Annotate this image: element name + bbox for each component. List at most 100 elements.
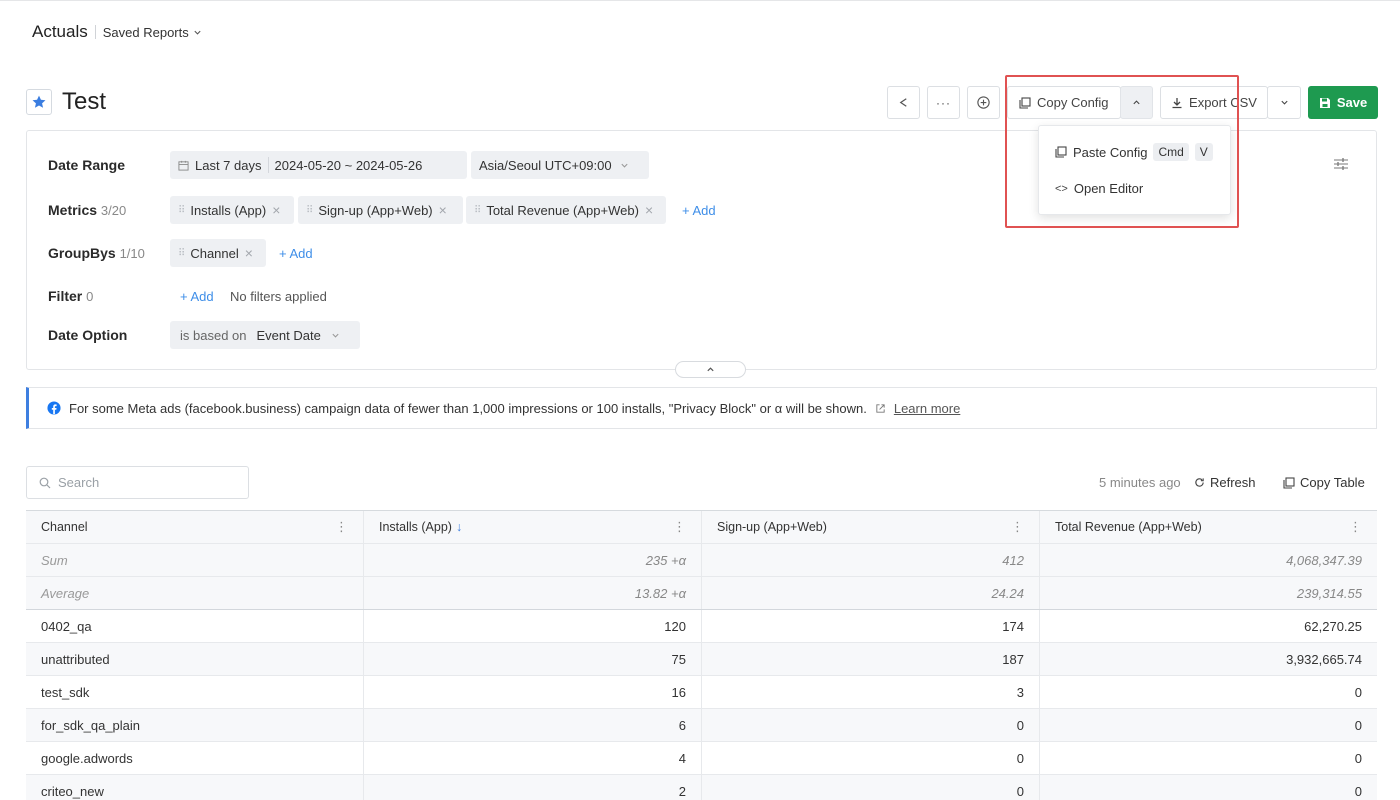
refresh-label: Refresh xyxy=(1210,475,1256,490)
data-table: Channel ⋮ Installs (App) ↓ ⋮ Sign-up (App… xyxy=(26,510,1377,800)
drag-handle-icon[interactable]: ⠿ xyxy=(474,205,481,216)
code-icon: <> xyxy=(1055,182,1068,195)
table-cell: 235 +α xyxy=(364,544,702,576)
target-icon xyxy=(977,96,990,109)
copy-table-button[interactable]: Copy Table xyxy=(1283,475,1365,490)
add-filter-link[interactable]: + Add xyxy=(180,289,214,304)
last-updated-text: 5 minutes ago xyxy=(1099,475,1181,490)
paste-config-label: Paste Config xyxy=(1073,144,1148,160)
column-header-label: Total Revenue (App+Web) xyxy=(1055,520,1202,534)
divider xyxy=(267,157,269,173)
no-filters-text: No filters applied xyxy=(230,289,327,304)
favorite-button[interactable] xyxy=(26,89,52,115)
saved-reports-dropdown[interactable]: Saved Reports xyxy=(103,25,202,40)
column-menu-icon[interactable]: ⋮ xyxy=(1349,519,1362,535)
table-cell: 0 xyxy=(1354,717,1362,733)
settings-sliders-icon[interactable] xyxy=(1333,156,1349,175)
target-button[interactable] xyxy=(967,86,1000,119)
copy-config-button[interactable]: Copy Config xyxy=(1007,86,1121,119)
groupbys-label: GroupBys 1/10 xyxy=(48,245,145,261)
groupbys-count: 1/10 xyxy=(119,246,145,261)
search-placeholder: Search xyxy=(58,475,100,490)
paste-config-item[interactable]: Paste Config Cmd V xyxy=(1055,143,1213,161)
drag-handle-icon[interactable]: ⠿ xyxy=(178,205,185,216)
remove-icon[interactable]: × xyxy=(645,202,653,218)
table-row[interactable]: 0402_qa 120 174 62,270.25 xyxy=(26,610,1377,643)
save-button[interactable]: Save xyxy=(1308,86,1378,119)
open-editor-item[interactable]: <> Open Editor xyxy=(1055,181,1143,196)
open-editor-label: Open Editor xyxy=(1073,181,1144,196)
date-option-select[interactable]: is based on Event Date xyxy=(170,321,360,349)
groupby-chip[interactable]: ⠿ Channel × xyxy=(170,239,266,267)
refresh-button[interactable]: Refresh xyxy=(1194,475,1256,490)
date-option-label: Date Option xyxy=(48,327,128,343)
copy-icon xyxy=(1283,476,1295,489)
export-csv-toggle[interactable] xyxy=(1267,86,1301,119)
learn-more-link[interactable]: Learn more xyxy=(894,401,960,416)
table-cell: Average xyxy=(26,577,364,609)
table-cell: 120 xyxy=(364,610,702,642)
column-header-revenue[interactable]: Total Revenue (App+Web) ⋮ xyxy=(1040,511,1377,543)
table-cell: 0 xyxy=(1354,783,1362,799)
metric-chip[interactable]: ⠿ Total Revenue (App+Web) × xyxy=(466,196,666,224)
facebook-icon xyxy=(47,401,61,415)
table-cell: google.adwords xyxy=(26,742,364,774)
search-input[interactable]: Search xyxy=(26,466,249,499)
date-range-picker[interactable]: Last 7 days 2024-05-20 ~ 2024-05-26 xyxy=(170,151,467,179)
copy-config-toggle[interactable] xyxy=(1120,86,1153,119)
add-groupby-link[interactable]: + Add xyxy=(279,246,313,261)
column-menu-icon[interactable]: ⋮ xyxy=(1011,519,1024,535)
table-row[interactable]: for_sdk_qa_plain 6 0 0 xyxy=(26,709,1377,742)
column-header-channel[interactable]: Channel ⋮ xyxy=(26,511,364,543)
table-row[interactable]: google.adwords 4 0 0 xyxy=(26,742,1377,775)
table-cell: criteo_new xyxy=(26,775,364,800)
table-cell: test_sdk xyxy=(26,676,364,708)
more-options-button[interactable]: ··· xyxy=(927,86,960,119)
save-label: Save xyxy=(1336,95,1368,110)
filter-title: Filter xyxy=(48,288,83,304)
metrics-title: Metrics xyxy=(48,202,98,218)
info-banner: For some Meta ads (facebook.business) ca… xyxy=(26,387,1377,429)
add-metric-link[interactable]: + Add xyxy=(682,203,716,218)
column-menu-icon[interactable]: ⋮ xyxy=(335,519,348,535)
table-row[interactable]: criteo_new 2 0 0 xyxy=(26,775,1377,800)
timezone-select[interactable]: Asia/Seoul UTC+09:00 xyxy=(471,151,649,179)
column-header-signup[interactable]: Sign-up (App+Web) ⋮ xyxy=(702,511,1040,543)
table-cell: unattributed xyxy=(26,643,364,675)
breadcrumb-title[interactable]: Actuals xyxy=(32,22,88,42)
table-cell: 412 xyxy=(702,544,1040,576)
table-cell: for_sdk_qa_plain xyxy=(26,709,364,741)
metric-chip[interactable]: ⠿ Sign-up (App+Web) × xyxy=(298,196,463,224)
table-cell: 0402_qa xyxy=(26,610,364,642)
share-icon xyxy=(899,98,907,107)
metrics-count: 3/20 xyxy=(100,203,127,218)
export-csv-label: Export CSV xyxy=(1189,95,1257,110)
collapse-panel-button[interactable] xyxy=(675,361,746,378)
table-row[interactable]: unattributed 75 187 3,932,665.74 xyxy=(26,643,1377,676)
refresh-icon xyxy=(1195,478,1204,487)
drag-handle-icon[interactable]: ⠿ xyxy=(178,248,185,259)
chevron-down-icon xyxy=(194,30,201,35)
external-link-icon xyxy=(876,403,885,413)
column-header-installs[interactable]: Installs (App) ↓ ⋮ xyxy=(364,511,702,543)
table-cell: 16 xyxy=(364,676,702,708)
metric-chip[interactable]: ⠿ Installs (App) × xyxy=(170,196,294,224)
timezone-value: Asia/Seoul UTC+09:00 xyxy=(479,157,612,173)
remove-icon[interactable]: × xyxy=(272,202,280,218)
column-menu-icon[interactable]: ⋮ xyxy=(673,519,686,535)
saved-reports-label: Saved Reports xyxy=(102,24,189,40)
search-icon xyxy=(39,477,51,488)
share-button[interactable] xyxy=(887,86,920,119)
table-cell: 4 xyxy=(364,742,702,774)
drag-handle-icon[interactable]: ⠿ xyxy=(306,205,313,216)
remove-icon[interactable]: × xyxy=(245,245,253,261)
column-header-label: Channel xyxy=(41,520,88,534)
copy-table-label: Copy Table xyxy=(1300,475,1365,490)
table-cell: 0 xyxy=(702,742,1040,774)
sort-down-icon[interactable]: ↓ xyxy=(456,520,462,534)
metric-chip-label: Sign-up (App+Web) xyxy=(318,202,433,218)
remove-icon[interactable]: × xyxy=(439,202,447,218)
table-row[interactable]: test_sdk 16 3 0 xyxy=(26,676,1377,709)
export-csv-button[interactable]: Export CSV xyxy=(1160,86,1268,119)
date-preset: Last 7 days xyxy=(195,157,262,173)
